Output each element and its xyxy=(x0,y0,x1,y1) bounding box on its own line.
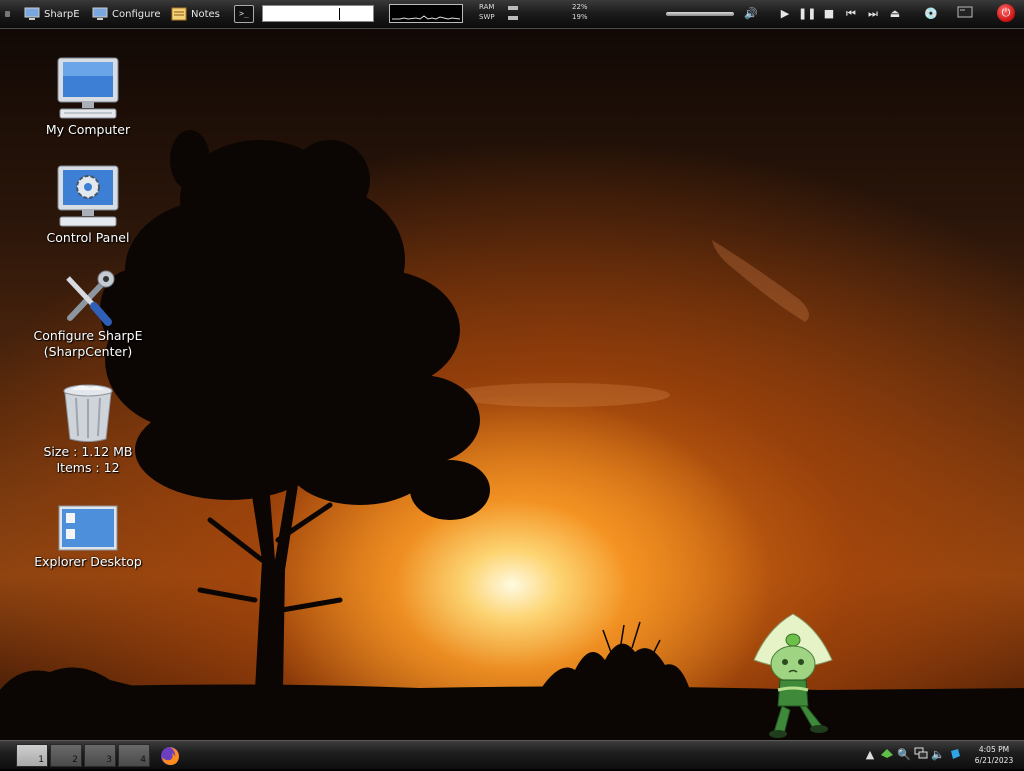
panel-grip[interactable] xyxy=(5,11,10,17)
configure-launcher[interactable]: Configure xyxy=(92,5,160,23)
launcher-label: Configure xyxy=(112,8,161,20)
volume-slider[interactable] xyxy=(666,12,734,16)
workspace-2[interactable]: 2 xyxy=(50,744,82,767)
recycle-bin-size: Size : 1.12 MB xyxy=(43,444,133,459)
computer-icon xyxy=(57,57,119,119)
launcher-label: Notes xyxy=(191,8,220,20)
desktop-icon-control-panel[interactable]: Control Panel xyxy=(23,164,153,246)
swap-label: SWP xyxy=(479,13,495,21)
desktop-icon-label: (SharpCenter) xyxy=(43,344,133,359)
workspace-label: 2 xyxy=(72,755,78,765)
workspace-label: 3 xyxy=(106,755,112,765)
desktop-icon-label: My Computer xyxy=(45,122,131,137)
swap-bar xyxy=(508,16,518,20)
ram-label: RAM xyxy=(479,3,495,11)
monitor-icon xyxy=(92,7,108,20)
desktop-icon-recycle-bin[interactable]: Size : 1.12 MB Items : 12 xyxy=(23,382,153,476)
taskbar-firefox[interactable] xyxy=(159,745,183,767)
clock-time: 4:05 PM xyxy=(978,745,1010,754)
terminal-button[interactable]: >_ xyxy=(234,5,254,23)
workspace-label: 4 xyxy=(140,755,146,765)
system-tray: ▲ 🔍 🔈 xyxy=(862,747,966,765)
workspace-1[interactable]: 1 xyxy=(16,744,48,767)
monitor-icon xyxy=(24,7,40,20)
previous-icon[interactable]: ⏮ xyxy=(842,5,860,23)
top-panel: SharpE Configure Notes >_ RAM 22% SWP 19… xyxy=(0,0,1024,29)
network-icon[interactable] xyxy=(879,747,895,763)
bottom-panel: 1 2 3 4 ▲ 🔍 🔈 4:05 PM 6/21/2023 xyxy=(0,740,1024,769)
launcher-label: SharpE xyxy=(44,8,80,20)
firefox-icon xyxy=(161,747,179,765)
search-icon[interactable]: 🔍 xyxy=(896,747,912,763)
recycle-bin-items: Items : 12 xyxy=(56,460,120,475)
text-caret xyxy=(339,8,340,20)
power-icon[interactable]: ⏻ xyxy=(997,4,1015,22)
desktop-icon-explorer-desktop[interactable]: Explorer Desktop xyxy=(23,504,153,570)
disc-icon[interactable]: 💿 xyxy=(922,5,940,23)
desktop-mascot xyxy=(753,613,833,738)
explorer-desktop-icon xyxy=(58,505,118,551)
speaker-icon[interactable]: 🔈 xyxy=(930,747,946,763)
play-icon[interactable]: ▶ xyxy=(776,5,794,23)
volume-icon[interactable]: 🔊 xyxy=(742,5,760,23)
network-monitor-icon[interactable] xyxy=(913,747,929,763)
desktop-icon-label: Configure SharpE xyxy=(33,328,143,343)
notes-icon xyxy=(171,7,187,21)
clock[interactable]: 4:05 PM 6/21/2023 xyxy=(968,744,1020,766)
next-icon[interactable]: ⏭ xyxy=(864,5,882,23)
screen-icon[interactable] xyxy=(956,5,974,23)
workspace-label: 1 xyxy=(38,755,44,765)
pause-icon[interactable]: ❚❚ xyxy=(798,5,816,23)
clock-date: 6/21/2023 xyxy=(974,756,1014,765)
desktop-icon-label: Explorer Desktop xyxy=(34,554,142,569)
desktop-icon-my-computer[interactable]: My Computer xyxy=(23,56,153,138)
run-command-input[interactable] xyxy=(262,5,374,22)
control-panel-icon xyxy=(57,165,119,227)
stop-icon[interactable]: ■ xyxy=(820,5,838,23)
ram-value: 22% xyxy=(572,3,588,11)
workspace-4[interactable]: 4 xyxy=(118,744,150,767)
eject-icon[interactable]: ⏏ xyxy=(886,5,904,23)
sharpe-launcher[interactable]: SharpE xyxy=(24,5,80,23)
recycle-bin-icon xyxy=(63,384,113,442)
desktop-icon-configure-sharpe[interactable]: Configure SharpE (SharpCenter) xyxy=(23,268,153,360)
dropbox-icon[interactable] xyxy=(947,747,963,763)
notes-launcher[interactable]: Notes xyxy=(171,5,220,23)
swap-value: 19% xyxy=(572,13,588,21)
ram-bar xyxy=(508,6,518,10)
arrow-up-icon[interactable]: ▲ xyxy=(862,747,878,763)
tools-icon xyxy=(66,270,115,326)
cpu-graph xyxy=(389,4,463,23)
workspace-3[interactable]: 3 xyxy=(84,744,116,767)
desktop-wallpaper xyxy=(0,0,1024,768)
desktop-icon-label: Control Panel xyxy=(46,230,130,245)
